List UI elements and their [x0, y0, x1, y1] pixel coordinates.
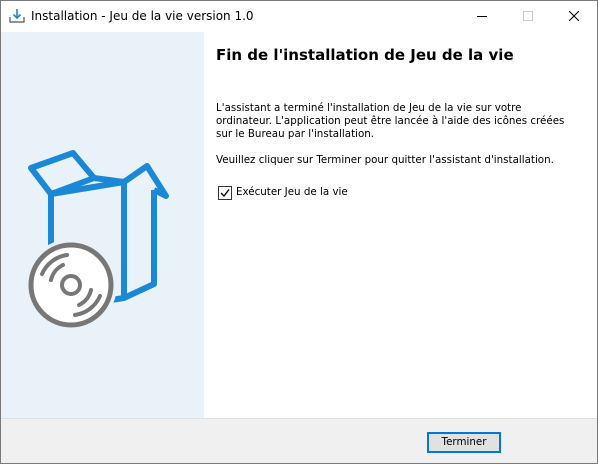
run-app-checkbox[interactable]	[218, 186, 232, 200]
finish-button[interactable]: Terminer	[427, 432, 501, 453]
minimize-button[interactable]	[459, 1, 505, 32]
run-app-checkbox-label[interactable]: Exécuter Jeu de la vie	[236, 186, 348, 198]
maximize-icon	[523, 11, 533, 21]
minimize-icon	[477, 16, 487, 17]
box-disc-icon	[25, 150, 169, 331]
checkmark-icon	[220, 189, 230, 198]
finish-instruction: Veuillez cliquer sur Terminer pour quitt…	[216, 154, 554, 166]
maximize-button[interactable]	[505, 1, 551, 32]
button-bar: Terminer	[1, 418, 597, 463]
window-title: Installation - Jeu de la vie version 1.0	[31, 9, 254, 23]
content-area: Fin de l'installation de Jeu de la vie L…	[204, 32, 597, 418]
title-bar: Installation - Jeu de la vie version 1.0	[1, 1, 597, 32]
page-title: Fin de l'installation de Jeu de la vie	[216, 46, 514, 64]
installer-icon	[9, 8, 25, 24]
installer-window: Installation - Jeu de la vie version 1.0	[0, 0, 598, 464]
close-icon	[569, 11, 579, 21]
side-panel	[1, 32, 204, 418]
completion-message: L'assistant a terminé l'installation de …	[216, 102, 565, 140]
close-button[interactable]	[551, 1, 597, 32]
